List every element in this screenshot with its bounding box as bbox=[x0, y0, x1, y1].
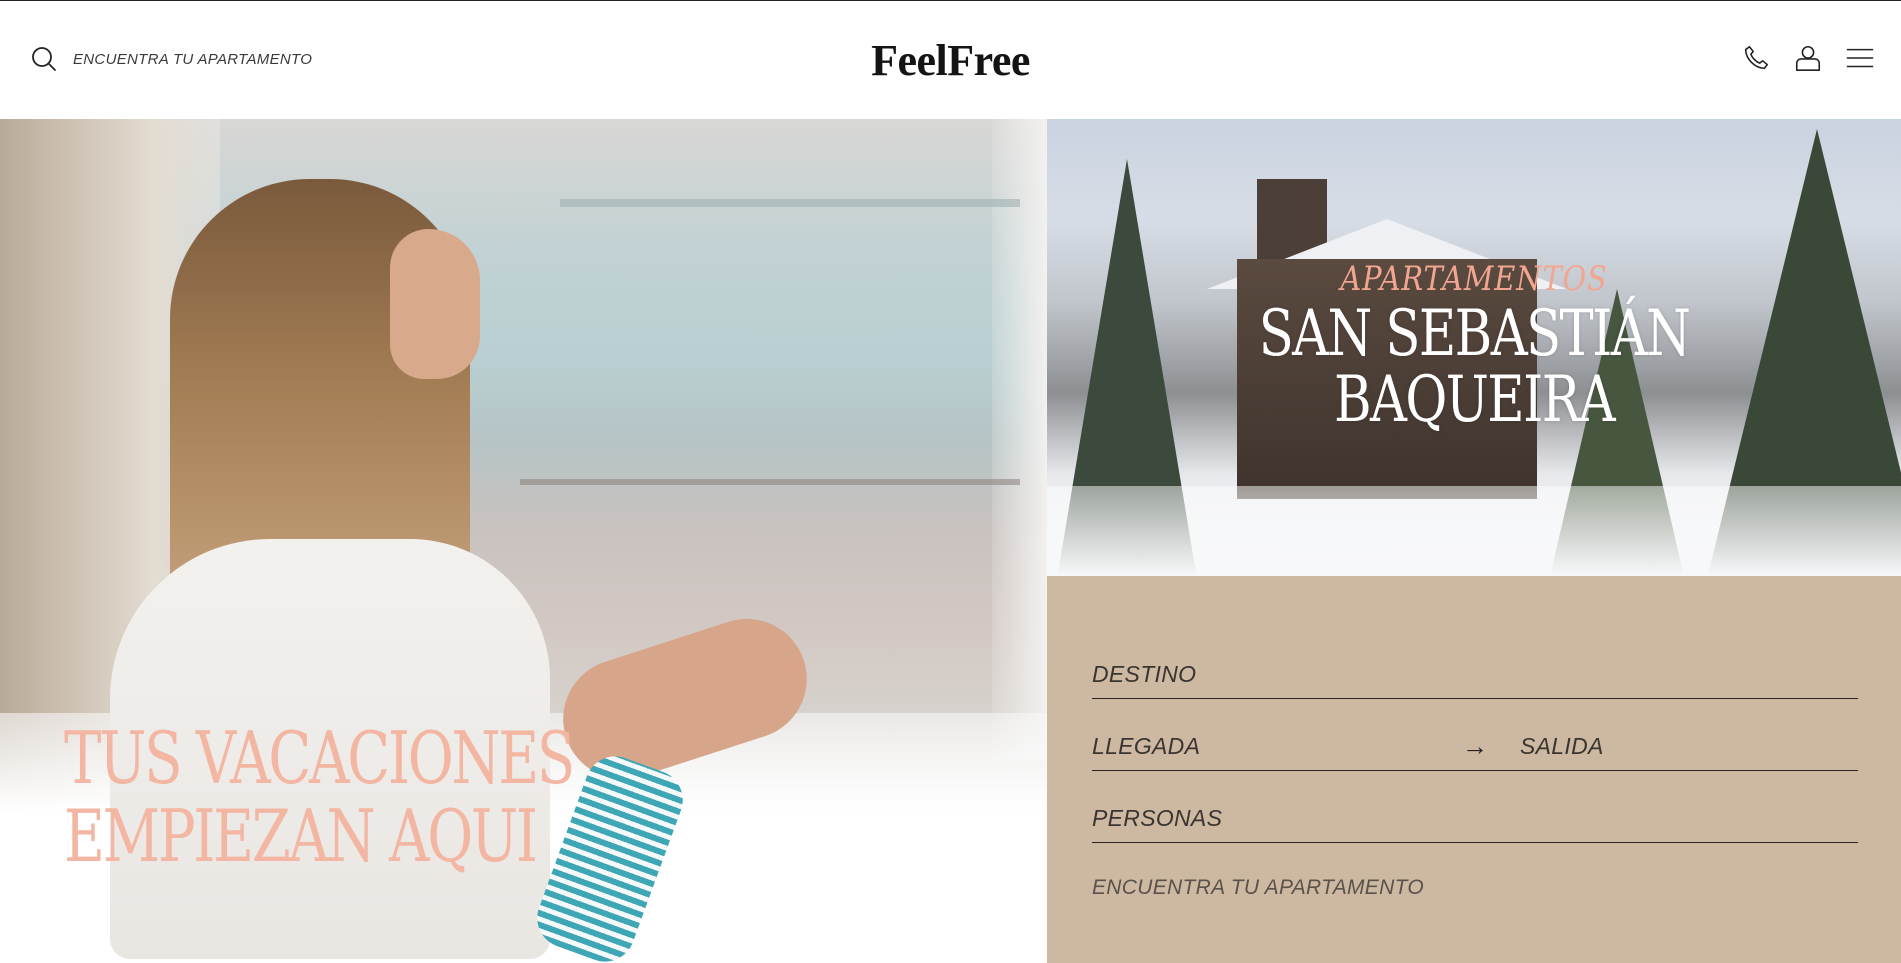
menu-button[interactable] bbox=[1845, 41, 1875, 75]
destination-title: APARTAMENTOS SAN SEBASTIÁN BAQUEIRA bbox=[1047, 259, 1901, 437]
deck-edge bbox=[520, 479, 1020, 485]
woman-face bbox=[390, 229, 480, 379]
booking-form: DESTINO LLEGADA → SALIDA PERSONAS ENCUEN… bbox=[1047, 576, 1901, 963]
personas-field[interactable]: PERSONAS bbox=[1092, 798, 1858, 843]
user-icon bbox=[1795, 45, 1821, 71]
destination-eyebrow: APARTAMENTOS bbox=[1340, 259, 1608, 299]
search-apartment-button[interactable]: ENCUENTRA TU APARTAMENTO bbox=[1092, 876, 1424, 900]
hero-headline: TUS VACACIONES EMPIEZAN AQUI bbox=[64, 716, 575, 878]
dates-field: LLEGADA → SALIDA bbox=[1092, 726, 1858, 771]
phone-button[interactable] bbox=[1741, 41, 1771, 75]
phone-icon bbox=[1744, 45, 1769, 70]
hero-headline-line2: EMPIEZAN AQUI bbox=[64, 794, 538, 878]
account-button[interactable] bbox=[1793, 41, 1823, 75]
llegada-field[interactable]: LLEGADA bbox=[1092, 733, 1200, 760]
menu-icon bbox=[1846, 48, 1874, 68]
snow-ground bbox=[1047, 486, 1901, 576]
personas-label: PERSONAS bbox=[1092, 805, 1223, 831]
destino-field[interactable]: DESTINO bbox=[1092, 654, 1858, 699]
salida-field[interactable]: SALIDA bbox=[1520, 733, 1604, 760]
arrow-right-icon: → bbox=[1462, 731, 1488, 761]
hero-headline-line1: TUS VACACIONES bbox=[64, 716, 575, 800]
destino-label: DESTINO bbox=[1092, 661, 1197, 687]
destination-line2: BAQUEIRA bbox=[1333, 363, 1616, 437]
header-actions bbox=[1741, 41, 1875, 75]
curtain bbox=[992, 119, 1047, 761]
hero-left-image: TUS VACACIONES EMPIEZAN AQUI bbox=[0, 119, 1047, 963]
destination-line1: SAN SEBASTIÁN bbox=[1258, 297, 1691, 371]
logo[interactable]: FeelFree bbox=[0, 35, 1901, 86]
sea-horizon bbox=[560, 199, 1020, 207]
destination-card[interactable]: APARTAMENTOS SAN SEBASTIÁN BAQUEIRA bbox=[1047, 119, 1901, 576]
site-header: ENCUENTRA TU APARTAMENTO FeelFree bbox=[0, 1, 1901, 119]
